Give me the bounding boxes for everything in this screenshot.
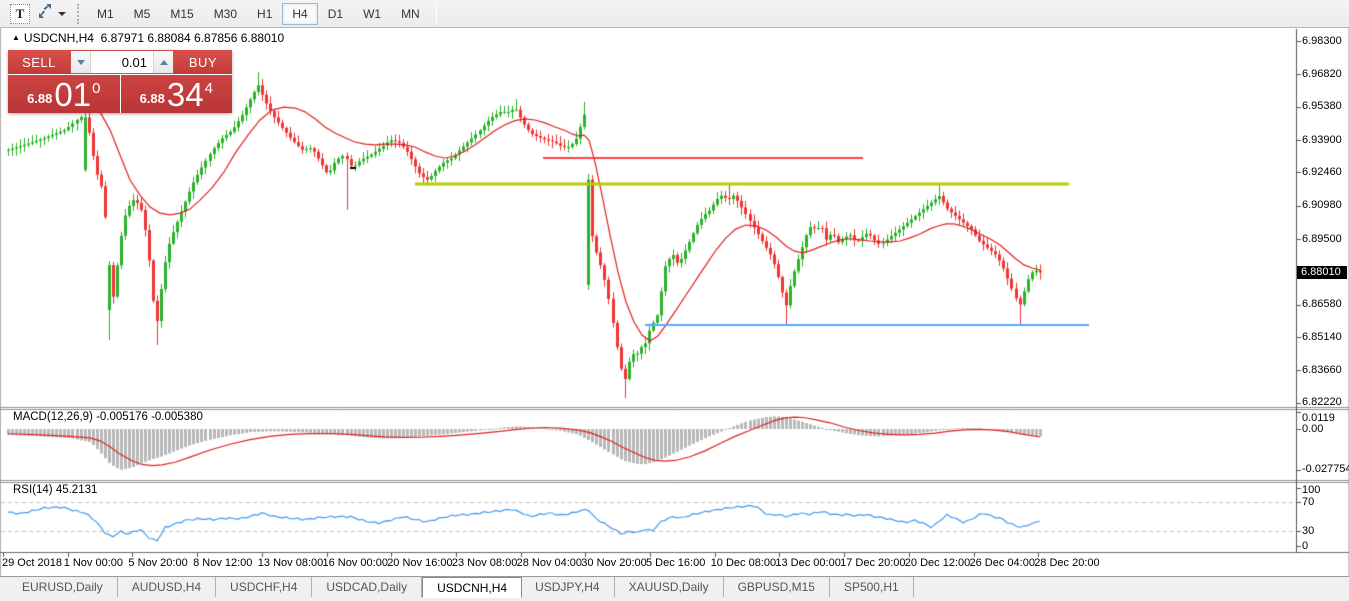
time-axis-label: 20 Nov 16:00: [387, 557, 452, 569]
chart-tab[interactable]: USDJPY,H4: [521, 577, 614, 597]
sell-price-panel[interactable]: 6.88010: [8, 75, 120, 113]
timeframe-button[interactable]: W1: [353, 3, 391, 25]
chart-title-ohlc: 6.87971 6.88084 6.87856 6.88010: [101, 31, 285, 45]
chart-tab[interactable]: XAUUSD,Daily: [615, 577, 724, 597]
chart-tab-bar: EURUSD,DailyAUDUSD,H4USDCHF,H4USDCAD,Dai…: [0, 576, 1349, 601]
lot-size-input[interactable]: [91, 51, 153, 73]
price-axis-label: 6.90980: [1302, 199, 1348, 212]
rsi-axis-label: 0: [1302, 540, 1348, 553]
time-axis-label: 13 Dec 00:00: [775, 557, 840, 569]
lot-decrease-button[interactable]: [71, 51, 91, 73]
chart-tab[interactable]: GBPUSD,M15: [724, 577, 830, 597]
time-axis-label: 29 Oct 2018: [2, 557, 62, 569]
time-axis-label: 28 Nov 04:00: [517, 557, 582, 569]
chart-title: ▲ USDCNH,H4 6.87971 6.88084 6.87856 6.880…: [12, 31, 284, 45]
text-tool-button[interactable]: T: [8, 3, 32, 25]
price-axis-label: 6.92460: [1302, 166, 1348, 179]
chart-title-symbol: USDCNH,H4: [24, 31, 94, 45]
up-arrow-icon: [160, 60, 168, 65]
timeframe-button[interactable]: M5: [124, 3, 161, 25]
arrows-tool-button[interactable]: [36, 3, 67, 25]
price-axis-label: 6.86580: [1302, 298, 1348, 311]
price-axis-label: 6.82220: [1302, 396, 1348, 409]
time-axis-label: 28 Dec 20:00: [1034, 557, 1099, 569]
arrows-icon: [37, 3, 53, 24]
timeframe-button[interactable]: M30: [204, 3, 247, 25]
rsi-axis-label: 30: [1302, 525, 1348, 538]
timeframe-button[interactable]: H1: [247, 3, 282, 25]
macd-axis-label: 0.00: [1302, 423, 1348, 436]
sell-price-big: 01: [54, 80, 91, 110]
buy-button[interactable]: BUY: [174, 50, 232, 74]
buy-price-panel[interactable]: 6.88344: [121, 75, 233, 113]
buy-price-pip: 4: [205, 80, 213, 97]
timeframe-button[interactable]: H4: [282, 3, 317, 25]
timeframe-button[interactable]: MN: [391, 3, 430, 25]
buy-price-big: 34: [167, 80, 204, 110]
time-axis-label: 5 Nov 20:00: [128, 557, 187, 569]
time-axis-label: 8 Nov 12:00: [193, 557, 252, 569]
rsi-label: RSI(14) 45.2131: [13, 484, 97, 496]
macd-axis-label: -0.027754: [1302, 463, 1348, 476]
timeframe-button[interactable]: M1: [87, 3, 124, 25]
price-axis-label: 6.98300: [1302, 35, 1348, 48]
timeframe-buttons: M1M5M15M30H1H4D1W1MN: [87, 3, 430, 25]
time-axis-label: 20 Dec 12:00: [905, 557, 970, 569]
time-axis-label: 13 Nov 08:00: [258, 557, 323, 569]
time-axis-label: 16 Nov 00:00: [323, 557, 388, 569]
terminal-window: T M1M5M15M30H1H4D1W1MN ▲ USDCNH,H4 6.8797…: [0, 0, 1349, 601]
chart-tab[interactable]: SP500,H1: [830, 577, 914, 597]
toolbar: T M1M5M15M30H1H4D1W1MN: [0, 0, 1349, 28]
down-arrow-icon: [77, 60, 85, 65]
time-axis-label: 30 Nov 20:00: [581, 557, 646, 569]
sell-price-prefix: 6.88: [27, 91, 52, 106]
toolbar-grip[interactable]: [77, 4, 79, 24]
dropdown-caret-icon: [58, 12, 66, 16]
rsi-axis-label: 70: [1302, 496, 1348, 509]
timeframe-button[interactable]: D1: [318, 3, 353, 25]
price-axis-label: 6.85140: [1302, 331, 1348, 344]
buy-price-prefix: 6.88: [140, 91, 165, 106]
price-axis-label: 6.95380: [1302, 100, 1348, 113]
sell-button[interactable]: SELL: [8, 50, 70, 74]
time-axis-label: 1 Nov 00:00: [64, 557, 123, 569]
chart-tab[interactable]: AUDUSD,H4: [118, 577, 216, 597]
macd-label: MACD(12,26,9) -0.005176 -0.005380: [13, 411, 203, 423]
chart-tab[interactable]: EURUSD,Daily: [8, 577, 118, 597]
time-axis-label: 5 Dec 16:00: [646, 557, 705, 569]
price-axis-label: 6.89500: [1302, 233, 1348, 246]
chart-tab[interactable]: USDCNH,H4: [422, 577, 522, 598]
toolbar-separator: [436, 3, 437, 25]
chart-tab[interactable]: USDCAD,Daily: [312, 577, 422, 597]
sell-price-pip: 0: [92, 80, 100, 97]
lot-spinner: [70, 50, 174, 74]
trade-panel: SELL BUY 6.88010 6.88344: [8, 50, 232, 113]
time-axis-label: 23 Nov 08:00: [452, 557, 517, 569]
price-axis-label: 6.96820: [1302, 68, 1348, 81]
chart-tab[interactable]: USDCHF,H4: [216, 577, 312, 597]
time-axis-label: 17 Dec 20:00: [840, 557, 905, 569]
time-axis-label: 10 Dec 08:00: [711, 557, 776, 569]
text-tool-icon: T: [10, 4, 30, 24]
lot-increase-button[interactable]: [153, 51, 173, 73]
current-price-tag: 6.88010: [1297, 266, 1347, 279]
timeframe-button[interactable]: M15: [160, 3, 203, 25]
price-axis-label: 6.93900: [1302, 134, 1348, 147]
time-axis-label: 26 Dec 04:00: [970, 557, 1035, 569]
price-axis-label: 6.83660: [1302, 364, 1348, 377]
symbol-triangle-icon: ▲: [12, 33, 20, 42]
